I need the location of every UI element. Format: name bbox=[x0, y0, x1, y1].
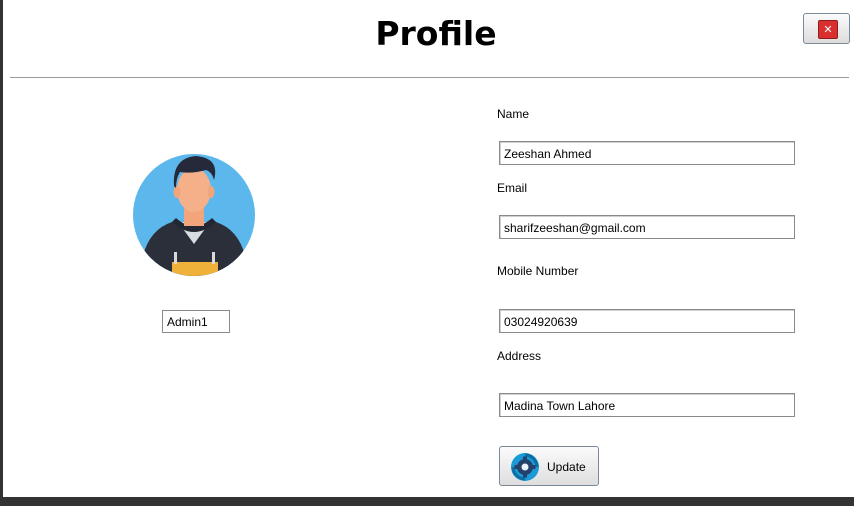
user-avatar bbox=[133, 154, 255, 276]
address-label: Address bbox=[497, 349, 542, 363]
address-field[interactable]: Madina Town Lahore bbox=[499, 393, 795, 417]
profile-window: Profile ✕ Admin1 Name Zeeshan Ahmed Emai… bbox=[3, 0, 854, 497]
name-field[interactable]: Zeeshan Ahmed bbox=[499, 141, 795, 165]
close-button[interactable]: ✕ bbox=[803, 13, 850, 44]
close-icon: ✕ bbox=[818, 20, 838, 39]
refresh-gear-icon bbox=[511, 453, 539, 481]
mobile-label: Mobile Number bbox=[497, 264, 579, 278]
username-field[interactable]: Admin1 bbox=[162, 310, 230, 333]
email-label: Email bbox=[497, 181, 528, 195]
mobile-field[interactable]: 03024920639 bbox=[499, 309, 795, 333]
name-label: Name bbox=[497, 107, 530, 121]
header-divider bbox=[10, 77, 849, 78]
update-button-label: Update bbox=[547, 460, 586, 474]
bottom-bar bbox=[0, 497, 854, 506]
email-field[interactable]: sharifzeeshan@gmail.com bbox=[499, 215, 795, 239]
update-button[interactable]: Update bbox=[499, 446, 599, 486]
page-title: Profile bbox=[375, 14, 497, 53]
